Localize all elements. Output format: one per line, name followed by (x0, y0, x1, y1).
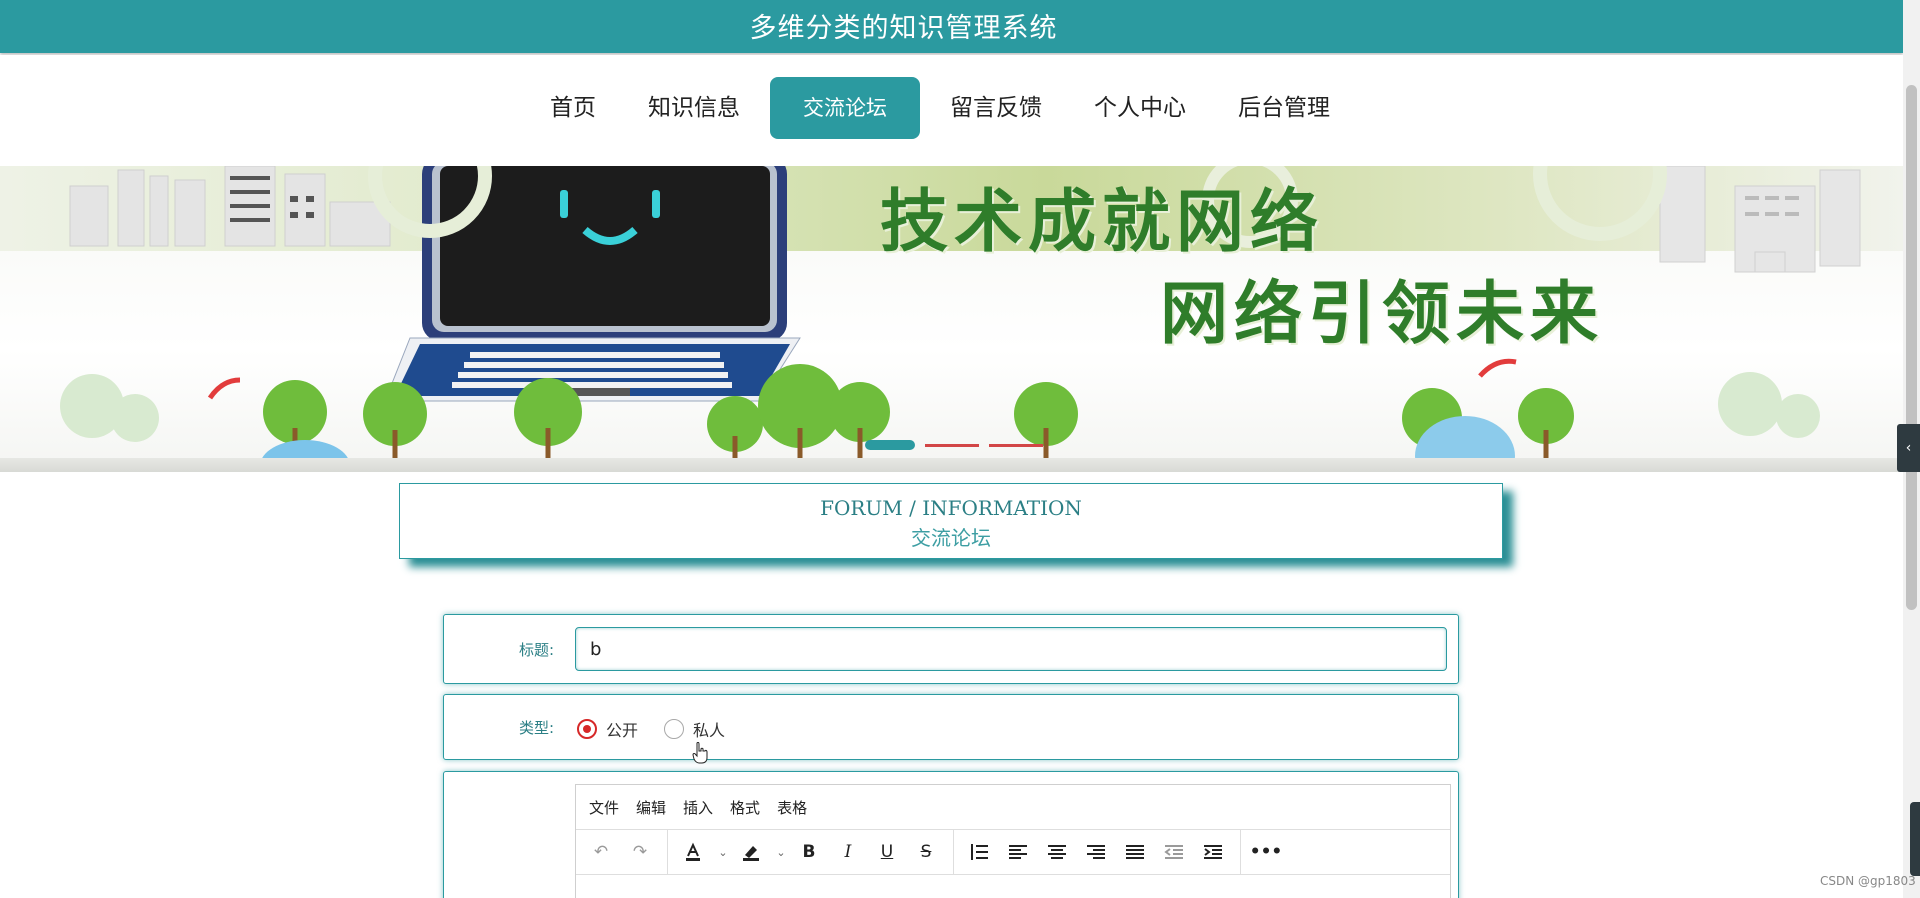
editor-toolbar: ↶ ↷ ⌄ ⌄ B I U S ••• (576, 830, 1450, 875)
main-nav: 首页 知识信息 交流论坛 留言反馈 个人中心 后台管理 (0, 55, 1903, 165)
form-row-type: 类型: 公开 私人 (443, 694, 1459, 760)
menu-file[interactable]: 文件 (589, 797, 619, 818)
form-row-title: 标题: (443, 614, 1459, 684)
toolbar-divider (953, 830, 954, 874)
nav-item-feedback[interactable]: 留言反馈 (928, 77, 1064, 139)
scrollbar-thumb[interactable] (1906, 85, 1917, 610)
chevron-down-icon[interactable]: ⌄ (775, 837, 787, 867)
section-title-en: FORUM / INFORMATION (820, 496, 1082, 520)
radio-public-label: 公开 (606, 721, 639, 740)
align-left-icon[interactable] (1003, 837, 1033, 867)
banner-slogan-line1: 技术成就网络 (880, 183, 1325, 262)
site-title: 多维分类的知识管理系统 (749, 12, 1058, 44)
form-row-content: 文件 编辑 插入 格式 表格 ↶ ↷ ⌄ ⌄ B I U S ••• (443, 771, 1459, 898)
section-heading: FORUM / INFORMATION 交流论坛 (399, 483, 1503, 559)
nav-item-home[interactable]: 首页 (528, 77, 618, 139)
bold-icon[interactable]: B (794, 837, 824, 867)
nav-item-knowledge[interactable]: 知识信息 (626, 77, 762, 139)
section-title-zh: 交流论坛 (911, 526, 991, 550)
type-label: 类型: (518, 719, 554, 737)
rich-text-editor: 文件 编辑 插入 格式 表格 ↶ ↷ ⌄ ⌄ B I U S ••• (575, 784, 1451, 898)
carousel-indicators (865, 440, 1053, 450)
strikethrough-icon[interactable]: S (911, 837, 941, 867)
banner-carousel[interactable]: 技术成就网络 网络引领未来 (0, 166, 1903, 472)
nav-item-profile[interactable]: 个人中心 (1072, 77, 1208, 139)
justify-icon[interactable] (1120, 837, 1150, 867)
nav-item-forum[interactable]: 交流论坛 (770, 77, 920, 139)
more-icon[interactable]: ••• (1250, 837, 1283, 867)
site-header: 多维分类的知识管理系统 (0, 0, 1903, 53)
underline-icon[interactable]: U (872, 837, 902, 867)
watermark: CSDN @gp1803 (1820, 874, 1916, 888)
menu-edit[interactable]: 编辑 (636, 797, 666, 818)
side-panel-toggle[interactable]: ‹ (1897, 424, 1920, 472)
align-center-icon[interactable] (1042, 837, 1072, 867)
page: 多维分类的知识管理系统 首页 知识信息 交流论坛 留言反馈 个人中心 后台管理 (0, 0, 1920, 898)
redo-icon[interactable]: ↷ (625, 837, 655, 867)
radio-private[interactable]: 私人 (664, 717, 725, 741)
line-height-icon[interactable] (964, 837, 994, 867)
radio-circle-checked[interactable] (577, 719, 597, 739)
menu-insert[interactable]: 插入 (683, 797, 713, 818)
toolbar-divider (667, 830, 668, 874)
editor-menubar: 文件 编辑 插入 格式 表格 (576, 785, 1450, 830)
nav-item-admin[interactable]: 后台管理 (1216, 77, 1352, 139)
tree-row (60, 364, 1820, 452)
carousel-dot-1[interactable] (865, 440, 915, 450)
chevron-left-icon: ‹ (1905, 440, 1912, 456)
radio-private-label: 私人 (693, 721, 726, 740)
banner-ground (0, 458, 1903, 472)
floating-widget[interactable] (1910, 802, 1920, 876)
align-right-icon[interactable] (1081, 837, 1111, 867)
italic-icon[interactable]: I (833, 837, 863, 867)
menu-format[interactable]: 格式 (730, 797, 760, 818)
toolbar-divider (1240, 830, 1241, 874)
title-input[interactable] (575, 627, 1447, 671)
laptop-illustration (384, 166, 801, 402)
chevron-down-icon[interactable]: ⌄ (717, 837, 729, 867)
banner-slogan-line2: 网络引领未来 (1160, 275, 1605, 354)
carousel-dot-3[interactable] (989, 443, 1043, 447)
radio-circle-unchecked[interactable] (664, 719, 685, 739)
highlight-icon[interactable] (736, 837, 766, 867)
radio-public[interactable]: 公开 (577, 717, 638, 741)
hand-cursor-icon (692, 742, 708, 764)
title-label: 标题: (518, 641, 554, 659)
carousel-dot-2[interactable] (925, 443, 979, 447)
text-color-icon[interactable] (678, 837, 708, 867)
indent-icon[interactable] (1198, 837, 1228, 867)
outdent-icon[interactable] (1159, 837, 1189, 867)
menu-table[interactable]: 表格 (777, 797, 807, 818)
type-radio-group: 公开 私人 (577, 717, 751, 741)
undo-icon[interactable]: ↶ (586, 837, 616, 867)
